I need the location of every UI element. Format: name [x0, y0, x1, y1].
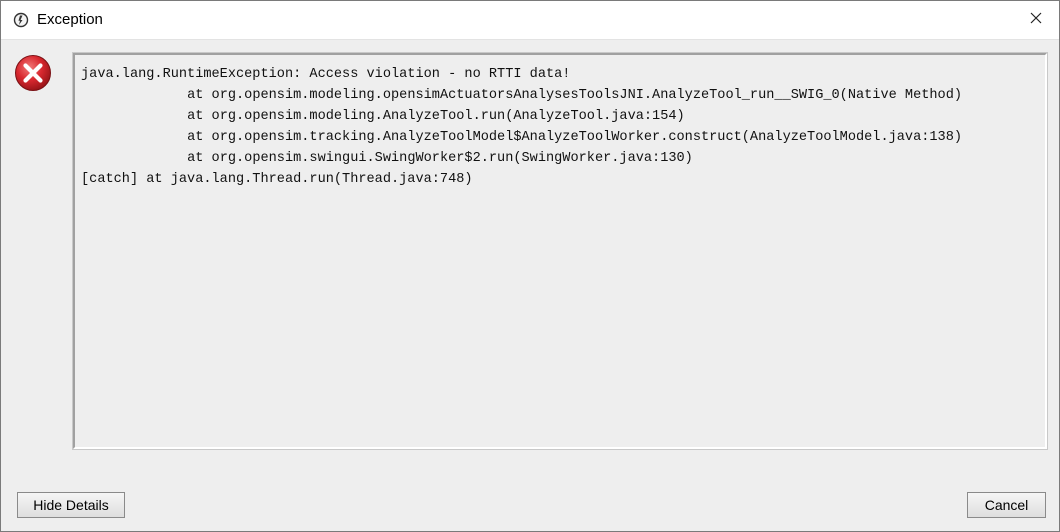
stack-trace: java.lang.RuntimeException: Access viola…: [81, 64, 1039, 190]
window-title: Exception: [37, 11, 103, 28]
stack-trace-line: [catch] at java.lang.Thread.run(Thread.j…: [81, 172, 473, 187]
error-icon: [13, 53, 53, 93]
stack-trace-line: java.lang.RuntimeException: Access viola…: [81, 67, 571, 82]
stack-trace-line: at org.opensim.modeling.opensimActuators…: [81, 88, 963, 103]
stack-trace-line: at org.opensim.modeling.AnalyzeTool.run(…: [81, 109, 685, 124]
hide-details-button[interactable]: Hide Details: [17, 492, 125, 518]
exception-dialog: Exception java.lang.RuntimeException: Ac: [0, 0, 1060, 532]
stack-trace-line: at org.opensim.tracking.AnalyzeToolModel…: [81, 130, 963, 145]
stack-trace-line: at org.opensim.swingui.SwingWorker$2.run…: [81, 151, 693, 166]
title-bar[interactable]: Exception: [1, 1, 1059, 40]
close-icon: [1030, 12, 1042, 28]
close-button[interactable]: [1013, 1, 1059, 39]
app-icon: [13, 12, 29, 28]
cancel-button[interactable]: Cancel: [967, 492, 1046, 518]
exception-details-textarea[interactable]: java.lang.RuntimeException: Access viola…: [72, 52, 1048, 450]
